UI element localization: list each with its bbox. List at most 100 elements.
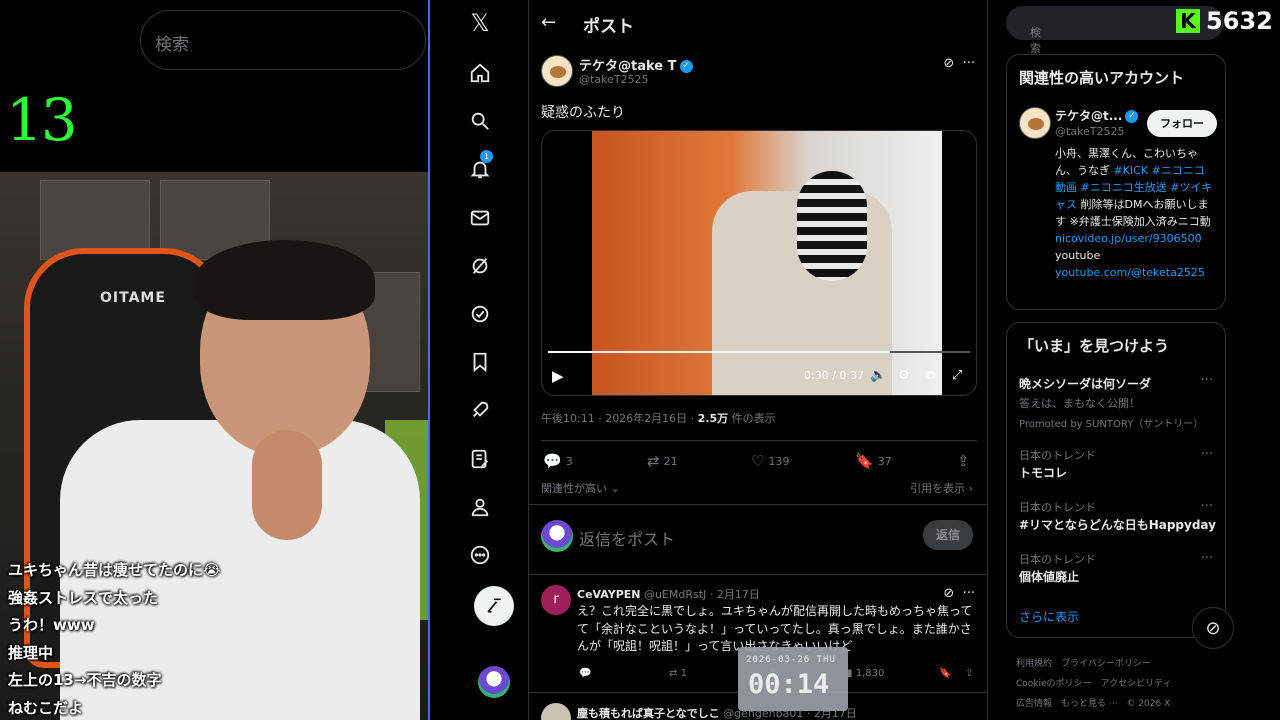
more-options-icon[interactable]: ··· [1201,373,1213,388]
trend-item-promo[interactable]: 晩メシソーダは何ソーダ [1019,375,1151,392]
post-meta: 午後10:11 · 2026年2月16日 · 2.5万 件の表示 [541,412,776,425]
view-quotes-link[interactable]: 引用を表示 › [910,480,973,496]
more-options-icon[interactable]: ··· [1201,499,1213,514]
comment-reply-icon[interactable]: 💬 [579,668,591,679]
profile-icon[interactable] [467,494,493,520]
footer-links[interactable]: Cookieのポリシー アクセシビリティ [1016,676,1172,689]
chat-comment: ユキちゃん昔は痩せてたのに😭 [8,561,221,579]
chat-comment: 推理中 [8,643,54,662]
chat-comment: ねむこだよ [8,698,84,717]
compose-post-button[interactable] [474,586,514,626]
background-search-placeholder: 検索 [155,35,189,55]
verified-badge-icon: ✓ [1125,110,1139,123]
search-icon[interactable] [467,108,493,134]
grok-icon[interactable]: ⊘ [943,586,954,601]
streamer-hand [252,430,322,540]
comment-bookmark-icon[interactable]: 🔖 [939,668,951,679]
grok-icon[interactable]: ⊘ [1192,607,1234,649]
play-icon[interactable]: ▶ [552,367,564,385]
more-options-icon[interactable]: ··· [963,586,975,601]
account-avatar[interactable] [478,666,510,698]
video-progress-bar[interactable] [548,351,970,353]
like-action[interactable]: ♡ 139 [751,452,789,470]
trend-item[interactable]: トモコレ [1019,464,1067,481]
reply-avatar [541,520,573,552]
more-options-icon[interactable]: ··· [1201,551,1213,566]
video-time: 0:30 / 0:37 [804,369,865,382]
comment-avatar[interactable] [541,703,571,720]
bookmarks-icon[interactable] [467,349,493,375]
fullscreen-icon[interactable]: ⤢ [952,368,962,383]
kick-viewer-count: K 5632 [1176,6,1280,36]
home-icon[interactable] [467,60,493,86]
streamer-hair [195,240,375,320]
comment-avatar[interactable]: r [541,585,571,615]
reply-action[interactable]: 💬 3 [543,452,573,470]
video-frame [592,131,942,395]
kick-logo: K [1176,9,1200,33]
notifications-icon[interactable]: 1 [467,150,493,182]
viewer-count: 5632 [1206,7,1273,35]
bio-link[interactable]: nicovideo.jp/user/9306500 [1055,232,1202,245]
author-name[interactable]: テケタ@take T ✓ [579,55,693,74]
comment-actions: ⊘ ··· [943,586,975,601]
trend-item[interactable]: 個体値廃止 [1019,568,1079,585]
verified-badge-icon: ✓ [679,60,693,73]
page-title: ポスト [583,17,634,37]
repost-icon: ⇄ [647,452,660,470]
comment-views[interactable]: ▮ 1,830 [847,668,884,679]
back-arrow-icon[interactable]: ← [541,12,556,33]
premium-icon[interactable] [467,301,493,327]
comment-author[interactable]: CeVAYPEN @uEMdRstJ · 2月17日 [577,586,760,602]
settings-icon[interactable]: ⚙ [898,368,910,383]
chevron-right-icon: › [968,482,973,495]
more-icon[interactable] [467,542,493,568]
volume-icon[interactable]: 🔈 [870,368,886,383]
more-options-icon[interactable]: ··· [963,56,975,71]
repost-action[interactable]: ⇄ 21 [647,452,678,470]
webcam-overlay: 検索 13 OITAME ユキちゃん昔は痩せてたのに😭 強姦ストレスで太った う… [0,0,428,720]
chevron-down-icon: ⌄ [610,482,620,495]
footer-links[interactable]: 広告情報 もっと見る ··· © 2026 X [1016,696,1170,709]
comment-repost[interactable]: ⇄ 1 [669,668,687,679]
video-progress-fill [548,351,890,353]
recommended-bio: 小舟、黒澤くん、こわいちゃん、うなぎ #KICK #ニコニコ動画 #ニコニコ生放… [1055,147,1213,279]
more-options-icon[interactable]: ··· [1201,447,1213,462]
bookmark-action[interactable]: 🔖 37 [855,452,892,470]
video-mask [797,171,867,281]
follow-button[interactable]: フォロー [1147,110,1217,137]
share-action[interactable]: ⇪ [957,452,970,470]
reply-input[interactable]: 返信をポスト [579,526,675,550]
x-logo-icon[interactable]: 𝕏 [467,9,493,37]
messages-icon[interactable] [467,205,493,231]
recommended-avatar[interactable] [1019,107,1051,139]
divider [529,574,987,575]
left-nav: 𝕏 1 [430,0,528,720]
grok-icon[interactable]: ⊘ [943,56,954,71]
author-handle[interactable]: @takeT2525 [579,73,649,86]
clock-time: 00:14 [748,669,830,700]
articles-icon[interactable] [467,446,493,472]
share-icon: ⇪ [957,452,970,470]
chat-comment: うわ！www [8,616,95,634]
video-player[interactable]: ▶ 0:30 / 0:37 🔈 ⚙ ⧉ ⤢ [541,130,977,396]
divider [541,440,977,441]
heart-icon: ♡ [751,452,765,470]
recommended-handle[interactable]: @takeT2525 [1055,125,1125,138]
trends-title: 「いま」を見つけよう [1019,337,1170,355]
bio-link[interactable]: youtube.com/@teketa2525 [1055,266,1205,279]
comment-share-icon[interactable]: ⇪ [965,668,973,679]
reply-icon: 💬 [543,452,562,470]
overlay-counter: 13 [6,86,78,154]
post-header: ← ポスト [529,0,987,46]
author-avatar[interactable] [541,55,573,87]
footer-links[interactable]: 利用規約 プライバシーポリシー [1016,656,1151,669]
show-more-link[interactable]: さらに表示 [1019,608,1079,625]
pip-icon[interactable]: ⧉ [926,368,935,383]
recommended-name[interactable]: テケタ@t... ✓ [1055,107,1139,124]
relevance-sort[interactable]: 関連性が高い ⌄ [541,480,620,496]
rocket-icon[interactable] [467,397,493,423]
reply-button[interactable]: 返信 [923,520,973,550]
grok-icon[interactable] [467,253,493,279]
trend-item[interactable]: #リマとならどんな日もHappyday [1019,516,1216,533]
